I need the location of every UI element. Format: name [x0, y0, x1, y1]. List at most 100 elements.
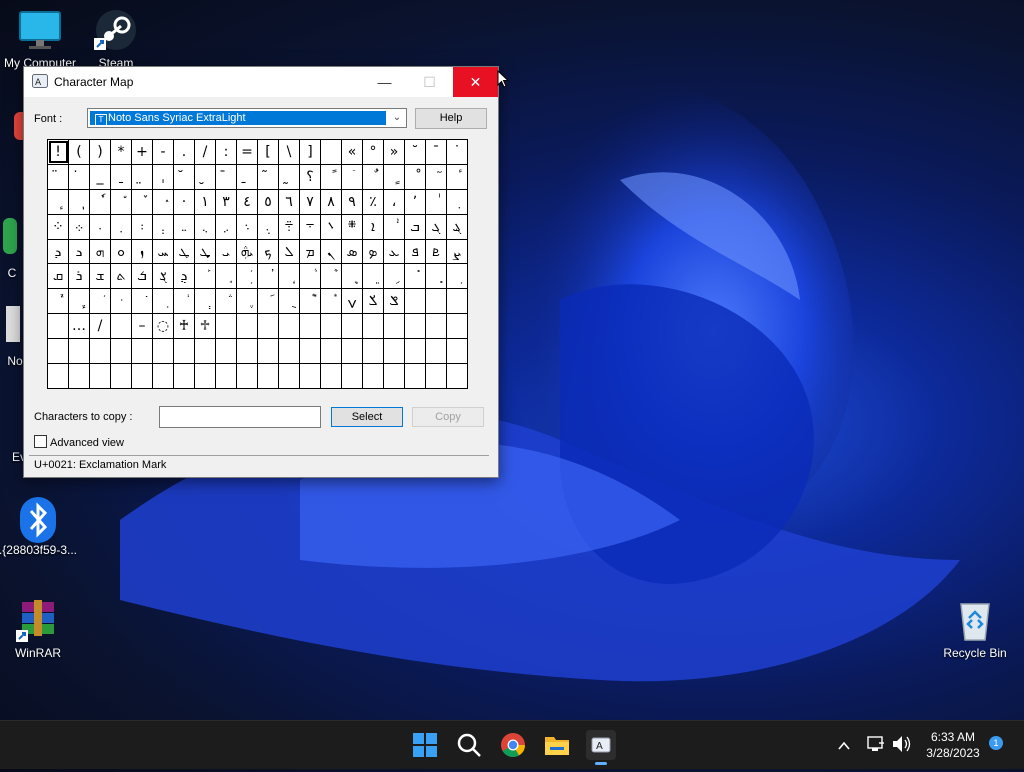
character-cell[interactable]: ̆ [173, 163, 195, 190]
character-cell[interactable]: ݁ [131, 288, 153, 315]
character-cell[interactable]: ܷ [341, 263, 363, 290]
character-cell[interactable]: ٥ [257, 188, 279, 215]
character-cell[interactable] [236, 363, 258, 389]
character-cell[interactable]: ٌ [362, 163, 384, 190]
character-cell[interactable]: ܟ [257, 238, 279, 265]
desktop-icon-my-computer[interactable]: My Computer [0, 8, 80, 70]
character-cell[interactable]: ̇ [68, 163, 90, 190]
desktop-icon-winrar[interactable]: WinRAR [0, 598, 78, 660]
character-cell[interactable]: ݎ [362, 288, 384, 315]
character-cell[interactable]: ݇ [257, 288, 279, 315]
character-cell[interactable]: ܃ [131, 213, 153, 240]
character-cell[interactable]: ܶ [320, 263, 342, 290]
character-cell[interactable]: ܼ [446, 263, 468, 290]
character-cell[interactable]: ܳ [257, 263, 279, 290]
character-cell[interactable] [383, 338, 405, 365]
character-cell[interactable] [362, 313, 384, 340]
character-cell[interactable]: ܸ [362, 263, 384, 290]
characters-to-copy-input[interactable] [159, 406, 321, 428]
character-cell[interactable]: ܭ [131, 263, 153, 290]
character-cell[interactable]: ̰ [278, 163, 300, 190]
character-cell[interactable]: ْ [404, 163, 426, 190]
character-cell[interactable] [404, 288, 426, 315]
maximize-button[interactable]: ☐ [407, 67, 452, 97]
character-cell[interactable] [341, 363, 363, 389]
character-cell[interactable]: · [173, 188, 195, 215]
character-cell[interactable] [194, 338, 216, 365]
character-cell[interactable]: ٜ [446, 188, 468, 215]
character-cell[interactable]: ܈ [236, 213, 258, 240]
character-cell[interactable] [68, 338, 90, 365]
character-cell[interactable] [278, 338, 300, 365]
character-cell[interactable]: / [89, 313, 111, 340]
character-cell[interactable]: ١ [194, 188, 216, 215]
character-cell[interactable]: ، [383, 188, 405, 215]
character-cell[interactable]: ܊ [278, 213, 300, 240]
character-cell[interactable]: ܌ [320, 213, 342, 240]
character-cell[interactable]: ݂ [152, 288, 174, 315]
character-cell[interactable]: ٤ [236, 188, 258, 215]
character-cell[interactable]: ٛ [152, 188, 174, 215]
character-cell[interactable]: ˙ [446, 139, 468, 165]
character-cell[interactable] [362, 363, 384, 389]
character-cell[interactable]: ܕ [47, 238, 69, 265]
character-cell[interactable]: ٕ [47, 188, 69, 215]
character-cell[interactable] [47, 338, 69, 365]
desktop-icon-steam[interactable]: Steam [76, 8, 156, 70]
character-cell[interactable] [320, 139, 342, 165]
character-cell[interactable]: ܉ [257, 213, 279, 240]
character-cell[interactable] [215, 313, 237, 340]
character-cell[interactable] [89, 363, 111, 389]
character-cell[interactable]: ◌ [152, 313, 174, 340]
character-cell[interactable]: ٪ [362, 188, 384, 215]
character-cell[interactable]: ܄ [152, 213, 174, 240]
character-cell[interactable] [110, 363, 132, 389]
character-cell[interactable]: ܗ [89, 238, 111, 265]
character-cell[interactable] [194, 363, 216, 389]
character-cell[interactable]: ܣ [341, 238, 363, 265]
character-cell[interactable]: ݄ [194, 288, 216, 315]
character-cell[interactable]: ܩ [47, 263, 69, 290]
character-cell[interactable]: [ [257, 139, 279, 165]
character-cell[interactable]: ݆ [236, 288, 258, 315]
character-cell[interactable] [446, 338, 468, 365]
character-cell[interactable]: ݉ [299, 288, 321, 315]
character-cell[interactable]: ܛ [173, 238, 195, 265]
character-cell[interactable] [320, 338, 342, 365]
character-cell[interactable] [425, 313, 447, 340]
character-cell[interactable]: ٔ [446, 163, 468, 190]
character-cell[interactable]: ܝ [215, 238, 237, 265]
file-explorer-icon[interactable] [542, 730, 572, 760]
character-cell[interactable] [110, 313, 132, 340]
character-cell[interactable]: ܺ [404, 263, 426, 290]
character-cell[interactable]: ܞ [236, 238, 258, 265]
character-cell[interactable] [278, 313, 300, 340]
character-cell[interactable]: – [131, 313, 153, 340]
character-cell[interactable]: ܯ [173, 263, 195, 290]
character-cell[interactable]: * [110, 139, 132, 165]
character-cell[interactable]: ܨ [446, 238, 468, 265]
character-cell[interactable]: ݊ [320, 288, 342, 315]
character-cell[interactable] [362, 338, 384, 365]
character-cell[interactable]: ݃ [173, 288, 195, 315]
character-cell[interactable]: ܮ [152, 263, 174, 290]
character-cell[interactable] [320, 313, 342, 340]
notification-badge[interactable]: 1 [989, 736, 1003, 750]
character-cell[interactable] [68, 363, 90, 389]
character-cell[interactable]: ٖ [68, 188, 90, 215]
select-button[interactable]: Select [331, 407, 403, 427]
character-cell[interactable]: ٙ [341, 163, 363, 190]
character-cell[interactable] [152, 338, 174, 365]
character-cell[interactable]: ܹ [383, 263, 405, 290]
character-cell[interactable]: ܡ [299, 238, 321, 265]
character-cell[interactable]: ܑ [383, 213, 405, 240]
character-cell[interactable]: ٣ [215, 188, 237, 215]
character-cell[interactable]: ̤ [131, 163, 153, 190]
character-cell[interactable]: ܥ [383, 238, 405, 265]
character-cell[interactable]: ܆ [194, 213, 216, 240]
character-cell[interactable] [173, 363, 195, 389]
copy-button[interactable]: Copy [412, 407, 484, 427]
character-cell[interactable] [257, 338, 279, 365]
character-cell[interactable]: ̮ [194, 163, 216, 190]
character-cell[interactable]: ̃ [257, 163, 279, 190]
